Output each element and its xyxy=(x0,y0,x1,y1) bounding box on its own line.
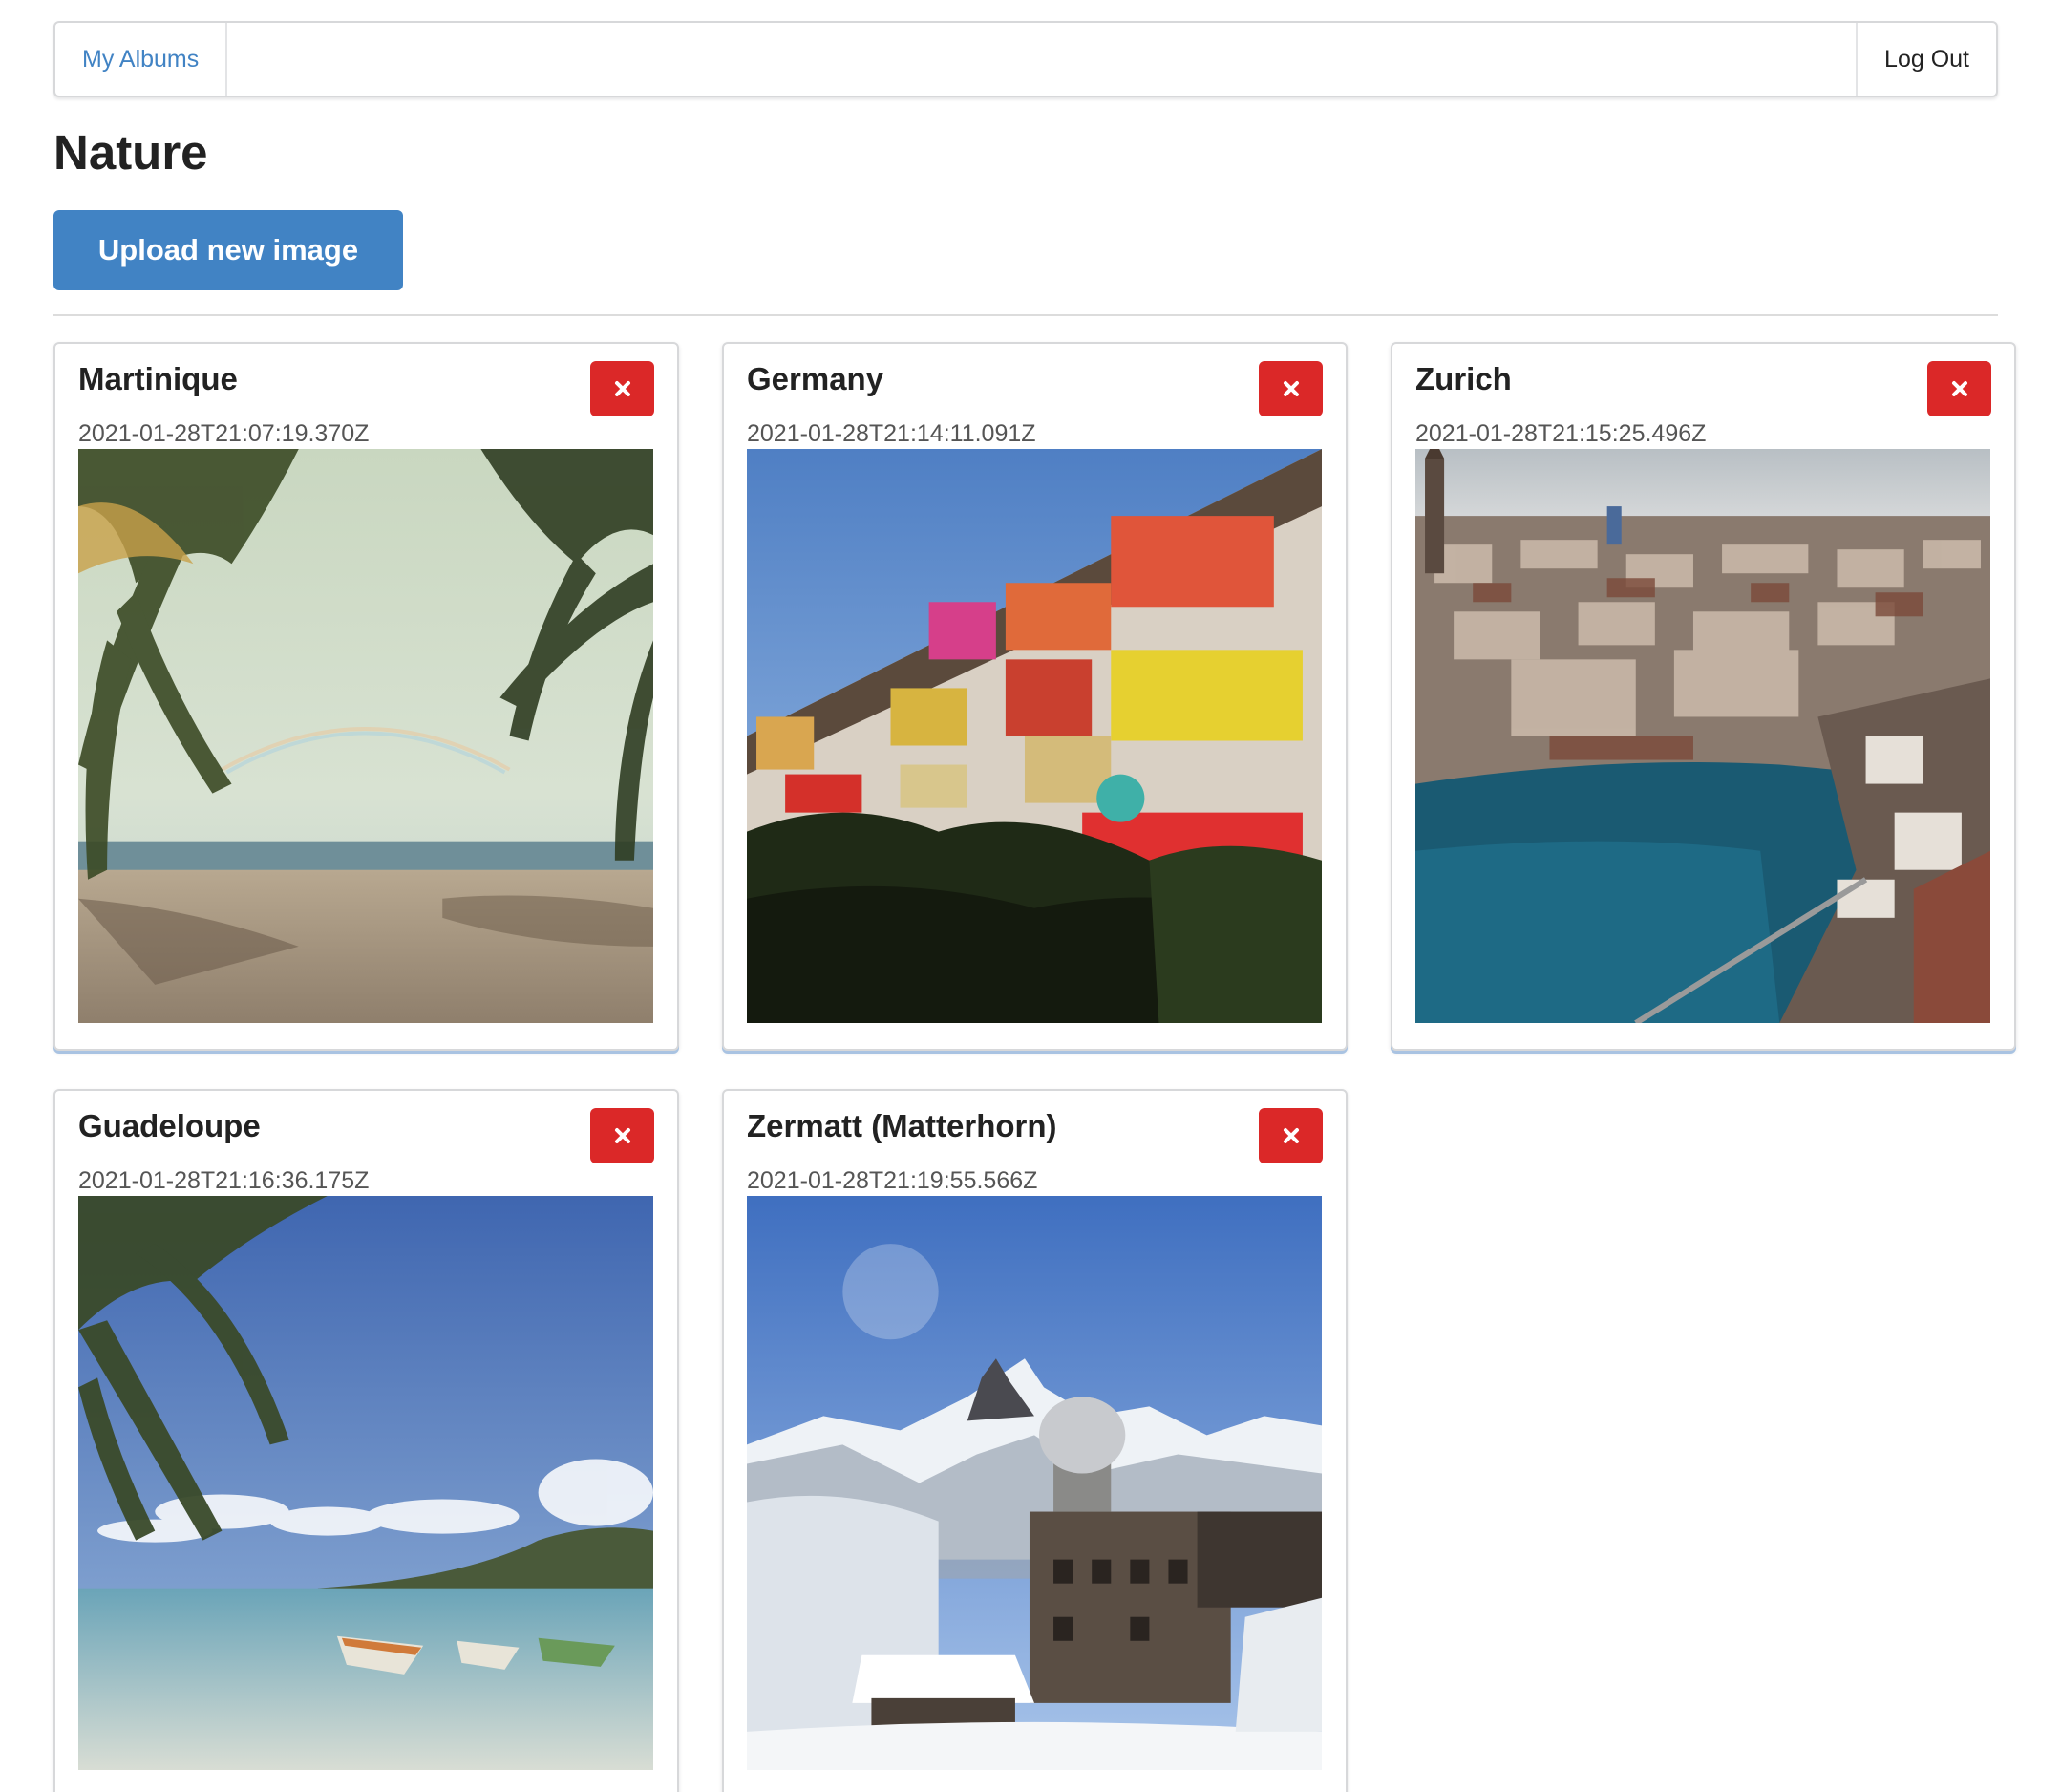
image-date: 2021-01-28T21:19:55.566Z xyxy=(747,1167,1038,1194)
image-title: Guadeloupe xyxy=(78,1108,261,1143)
image-card: Martinique 2021-01-28T21:07:19.370Z xyxy=(53,342,679,1051)
image-card: Germany 2021-01-28T21:14:11.091Z xyxy=(722,342,1348,1051)
image-date: 2021-01-28T21:15:25.496Z xyxy=(1415,420,1707,447)
image-photo[interactable] xyxy=(747,449,1322,1023)
image-photo[interactable] xyxy=(1415,449,1990,1023)
top-menu: My Albums Log Out xyxy=(53,21,1998,97)
image-photo[interactable] xyxy=(78,1196,653,1770)
image-date: 2021-01-28T21:16:36.175Z xyxy=(78,1167,370,1194)
image-title: Martinique xyxy=(78,361,238,396)
image-photo[interactable] xyxy=(78,449,653,1023)
close-icon xyxy=(1951,381,1967,396)
city-river-photo xyxy=(1415,449,1990,1023)
close-icon xyxy=(1283,381,1299,396)
image-date: 2021-01-28T21:07:19.370Z xyxy=(78,420,370,447)
my-albums-link[interactable]: My Albums xyxy=(55,23,228,96)
beach-palm-photo xyxy=(78,449,653,1023)
delete-image-button[interactable] xyxy=(590,361,654,416)
image-date: 2021-01-28T21:14:11.091Z xyxy=(747,420,1036,447)
mountain-observatory-photo xyxy=(747,1196,1322,1770)
header-divider xyxy=(53,314,1998,316)
close-icon xyxy=(614,1128,630,1143)
image-card: Zurich 2021-01-28T21:15:25.496Z xyxy=(1391,342,2016,1051)
close-icon xyxy=(614,381,630,396)
image-card: Guadeloupe 2021-01-28T21:16:36.175Z xyxy=(53,1089,679,1792)
image-card: Zermatt (Matterhorn) 2021-01-28T21:19:55… xyxy=(722,1089,1348,1792)
delete-image-button[interactable] xyxy=(1259,361,1323,416)
menu-spacer xyxy=(227,23,1856,96)
album-page: My Albums Log Out Nature Upload new imag… xyxy=(0,0,2061,1792)
image-photo[interactable] xyxy=(747,1196,1322,1770)
delete-image-button[interactable] xyxy=(590,1108,654,1163)
tropical-boats-photo xyxy=(78,1196,653,1770)
colorful-balconies-photo xyxy=(747,449,1322,1023)
close-icon xyxy=(1283,1128,1299,1143)
image-title: Germany xyxy=(747,361,884,396)
upload-image-button[interactable]: Upload new image xyxy=(53,210,403,290)
image-title: Zurich xyxy=(1415,361,1512,396)
delete-image-button[interactable] xyxy=(1259,1108,1323,1163)
logout-link[interactable]: Log Out xyxy=(1856,23,1996,96)
image-title: Zermatt (Matterhorn) xyxy=(747,1108,1057,1143)
delete-image-button[interactable] xyxy=(1927,361,1991,416)
album-title: Nature xyxy=(53,125,208,180)
